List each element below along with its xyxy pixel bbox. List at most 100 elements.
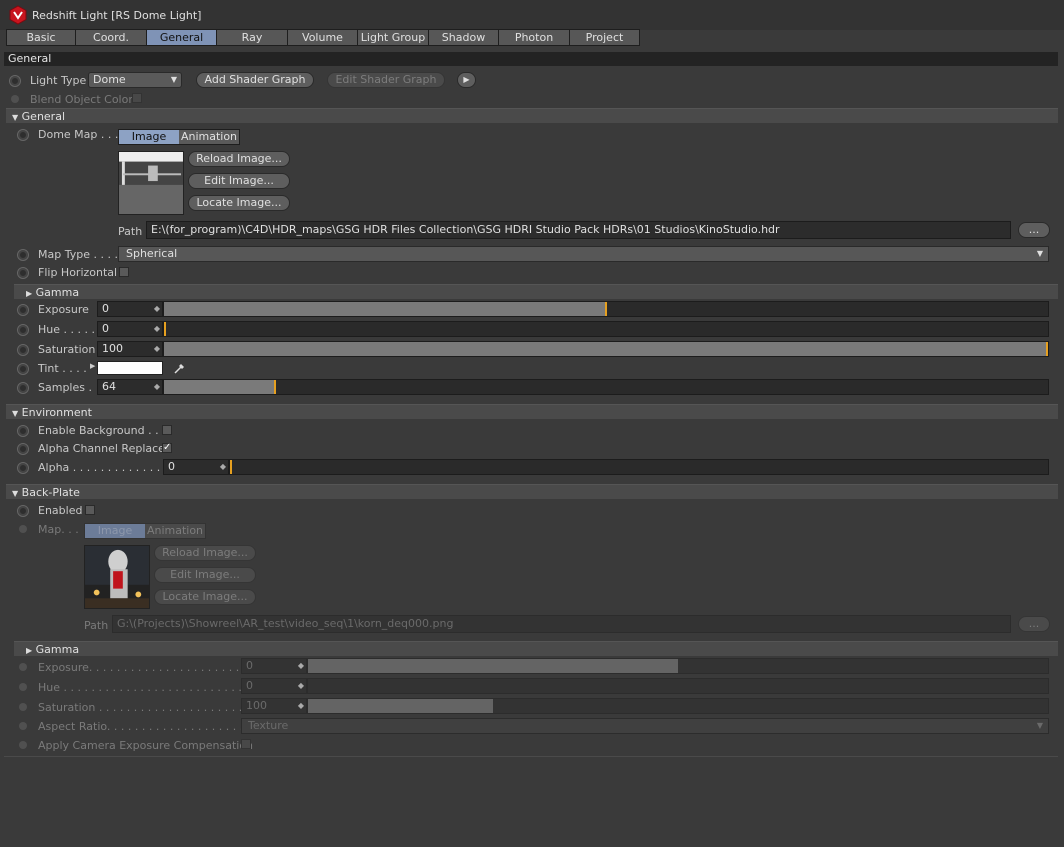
backplate-gamma-group-title: Gamma: [35, 643, 80, 656]
backplate-locate-image-button[interactable]: Locate Image...: [154, 589, 256, 605]
alpha-slider-knob[interactable]: [230, 460, 232, 474]
alpha-input[interactable]: 0 ◆: [163, 459, 229, 475]
dome-map-browse-button[interactable]: ...: [1018, 222, 1050, 238]
bp-hue-radio[interactable]: [19, 683, 27, 691]
samples-slider[interactable]: [163, 379, 1049, 395]
tab-project[interactable]: Project: [570, 29, 640, 46]
bp-saturation-input[interactable]: 100 ◆: [241, 698, 307, 714]
dome-map-path-field[interactable]: E:\(for_program)\C4D\HDR_maps\GSG HDR Fi…: [146, 221, 1011, 239]
alpha-value: 0: [168, 460, 175, 473]
tab-basic[interactable]: Basic: [6, 29, 76, 46]
tab-light-group[interactable]: Light Group: [358, 29, 429, 46]
flip-horizontal-radio[interactable]: [17, 267, 29, 279]
enable-background-radio[interactable]: [17, 425, 29, 437]
environment-group-title: Environment: [21, 406, 92, 419]
gamma-group-title: Gamma: [35, 286, 80, 299]
bp-apply-camera-checkbox[interactable]: [241, 739, 251, 749]
bp-apply-camera-label: Apply Camera Exposure Compensation: [38, 739, 254, 752]
tab-general[interactable]: General: [147, 29, 217, 46]
light-type-animate-radio[interactable]: [9, 75, 21, 87]
backplate-reload-image-button[interactable]: Reload Image...: [154, 545, 256, 561]
saturation-slider-knob[interactable]: [1046, 342, 1048, 356]
locate-image-button[interactable]: Locate Image...: [188, 195, 290, 211]
backplate-group-header[interactable]: ▼ Back-Plate: [6, 484, 1058, 499]
samples-slider-knob[interactable]: [274, 380, 277, 394]
backplate-enabled-radio[interactable]: [17, 505, 29, 517]
bp-exposure-radio[interactable]: [19, 663, 27, 671]
backplate-path-label: Path: [84, 619, 109, 632]
backplate-map-label: Map. . .: [38, 523, 79, 536]
general-group-header[interactable]: ▼ General: [6, 108, 1058, 123]
edit-shader-graph-button[interactable]: Edit Shader Graph: [327, 72, 445, 88]
backplate-animation-mode[interactable]: Animation: [145, 524, 205, 538]
hue-radio[interactable]: [17, 324, 29, 336]
dome-map-image-mode[interactable]: Image: [119, 130, 179, 144]
bp-hue-slider[interactable]: [307, 678, 1049, 694]
gamma-group-header[interactable]: ▶ Gamma: [14, 284, 1058, 299]
saturation-radio[interactable]: [17, 344, 29, 356]
bp-aspect-ratio-radio[interactable]: [19, 722, 27, 730]
backplate-enabled-checkbox[interactable]: [85, 505, 95, 515]
tab-volume[interactable]: Volume: [288, 29, 358, 46]
samples-slider-fill: [164, 380, 275, 394]
alpha-channel-replace-radio[interactable]: [17, 443, 29, 455]
tab-shadow[interactable]: Shadow: [429, 29, 499, 46]
blend-object-color-checkbox[interactable]: [132, 93, 142, 103]
backplate-path-field[interactable]: G:\(Projects)\Showreel\AR_test\video_seq…: [112, 615, 1011, 633]
alpha-channel-replace-checkbox[interactable]: ✓: [162, 443, 172, 453]
tint-color-swatch[interactable]: [97, 361, 163, 375]
bp-exposure-slider[interactable]: [307, 658, 1049, 674]
samples-input[interactable]: 64 ◆: [97, 379, 163, 395]
edit-image-button[interactable]: Edit Image...: [188, 173, 290, 189]
exposure-radio[interactable]: [17, 304, 29, 316]
add-shader-graph-button[interactable]: Add Shader Graph: [196, 72, 314, 88]
exposure-slider-knob[interactable]: [605, 302, 607, 316]
hue-input[interactable]: 0 ◆: [97, 321, 163, 337]
samples-label: Samples .: [38, 381, 92, 394]
alpha-slider[interactable]: [229, 459, 1049, 475]
backplate-gamma-group-header[interactable]: ▶ Gamma: [14, 641, 1058, 656]
expand-triangle-icon[interactable]: ▶: [90, 362, 95, 370]
alpha-radio[interactable]: [17, 462, 29, 474]
tab-coord[interactable]: Coord.: [76, 29, 147, 46]
blend-object-color-radio[interactable]: [11, 95, 19, 103]
bp-aspect-ratio-dropdown[interactable]: Texture ▼: [241, 718, 1049, 734]
tab-ray[interactable]: Ray: [217, 29, 288, 46]
map-type-radio[interactable]: [17, 249, 29, 261]
dome-map-animation-mode[interactable]: Animation: [179, 130, 239, 144]
map-type-dropdown[interactable]: Spherical ▼: [118, 246, 1049, 262]
saturation-input[interactable]: 100 ◆: [97, 341, 163, 357]
bp-saturation-radio[interactable]: [19, 703, 27, 711]
bp-saturation-slider-fill: [308, 699, 493, 713]
chevron-down-icon: ▼: [1036, 249, 1043, 258]
reload-image-button[interactable]: Reload Image...: [188, 151, 290, 167]
saturation-slider[interactable]: [163, 341, 1049, 357]
bp-hue-input[interactable]: 0 ◆: [241, 678, 307, 694]
exposure-slider[interactable]: [163, 301, 1049, 317]
samples-radio[interactable]: [17, 382, 29, 394]
tab-photon[interactable]: Photon: [499, 29, 570, 46]
bp-exposure-value: 0: [246, 659, 253, 672]
hue-slider-knob[interactable]: [164, 322, 166, 336]
spinner-arrows-icon: ◆: [297, 701, 304, 710]
backplate-image-mode[interactable]: Image: [85, 524, 145, 538]
dome-map-mode-toggle: Image Animation: [118, 129, 240, 145]
spinner-arrows-icon: ◆: [153, 324, 160, 333]
bp-apply-camera-radio[interactable]: [19, 741, 27, 749]
hue-slider[interactable]: [163, 321, 1049, 337]
eyedropper-icon[interactable]: [173, 361, 187, 375]
flip-horizontal-checkbox[interactable]: [119, 267, 129, 277]
light-type-dropdown[interactable]: Dome ▼: [88, 72, 182, 88]
chevron-down-icon: ▼: [170, 75, 177, 84]
environment-group-header[interactable]: ▼ Environment: [6, 404, 1058, 419]
backplate-map-radio[interactable]: [19, 525, 27, 533]
play-arrow-icon[interactable]: ▶: [457, 72, 476, 88]
dome-map-radio[interactable]: [17, 129, 29, 141]
bp-exposure-input[interactable]: 0 ◆: [241, 658, 307, 674]
bp-saturation-slider[interactable]: [307, 698, 1049, 714]
enable-background-checkbox[interactable]: [162, 425, 172, 435]
exposure-input[interactable]: 0 ◆: [97, 301, 163, 317]
tint-radio[interactable]: [17, 363, 29, 375]
backplate-edit-image-button[interactable]: Edit Image...: [154, 567, 256, 583]
backplate-browse-button[interactable]: ...: [1018, 616, 1050, 632]
